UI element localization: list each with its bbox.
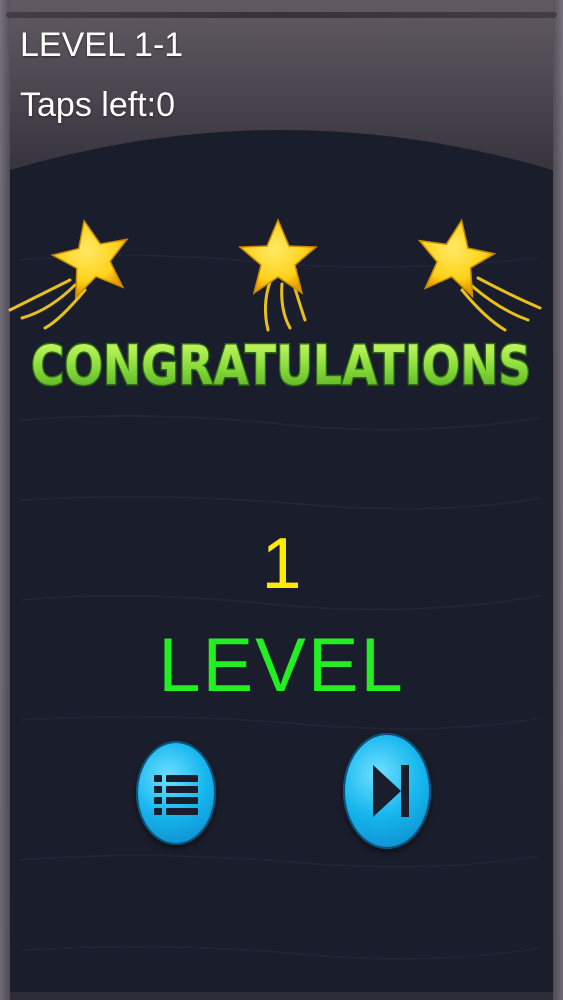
star-icon-center — [238, 218, 318, 295]
list-menu-icon — [154, 775, 198, 815]
level-caption: LEVEL — [158, 623, 405, 708]
skip-next-icon — [373, 765, 409, 817]
level-menu-button[interactable] — [136, 741, 216, 845]
level-indicator: LEVEL 1-1 — [20, 26, 184, 64]
result-panel-background — [10, 130, 553, 992]
star-icon-left — [50, 218, 129, 300]
star-icon-right — [417, 218, 497, 299]
game-frame — [0, 0, 563, 1000]
congratulations-text: CONGRATULATIONS — [31, 334, 531, 397]
next-level-button[interactable] — [343, 733, 431, 849]
completed-level-number: 1 — [261, 524, 302, 604]
congratulations-banner: CONGRATULATIONS — [30, 333, 533, 399]
taps-left-counter: Taps left:0 — [20, 86, 175, 124]
